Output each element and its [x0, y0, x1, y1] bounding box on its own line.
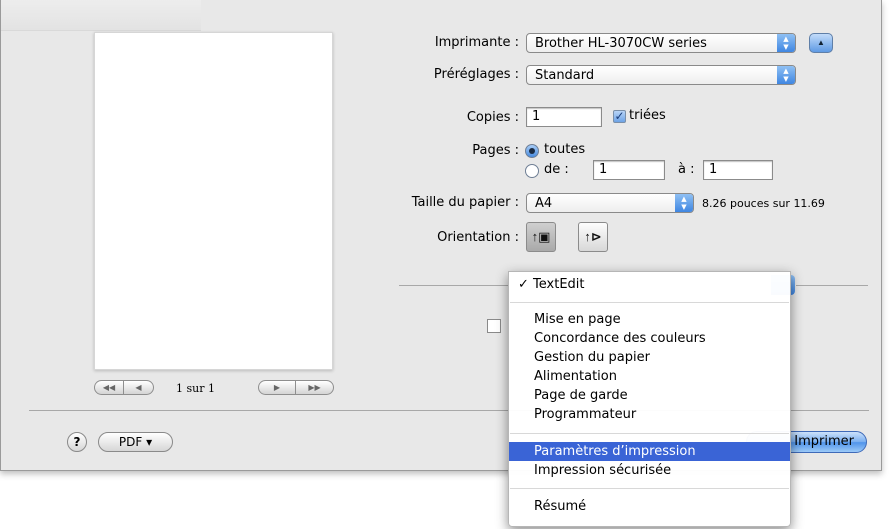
- menu-item-mise-en-page[interactable]: Mise en page: [509, 310, 790, 329]
- pages-from-label: de :: [544, 162, 569, 177]
- preview-pager-forward: ▶ ▶▶: [258, 380, 334, 397]
- orientation-label: Orientation :: [437, 230, 519, 245]
- pages-from-value: 1: [599, 162, 608, 177]
- collated-checkbox[interactable]: ✓: [613, 110, 626, 123]
- expand-dialog-button[interactable]: ▲: [809, 33, 833, 53]
- section-divider-left: [399, 285, 509, 286]
- popup-arrows-icon: ▲ ▼: [777, 34, 795, 52]
- presets-popup[interactable]: Standard ▲ ▼: [526, 65, 796, 85]
- print-label: Imprimer: [794, 434, 854, 449]
- copies-field[interactable]: 1: [526, 107, 602, 127]
- printer-popup[interactable]: Brother HL-3070CW series ▲ ▼: [526, 33, 796, 53]
- menu-item-concordance-couleurs[interactable]: Concordance des couleurs: [509, 329, 790, 348]
- help-icon: ?: [73, 435, 81, 449]
- printer-value: Brother HL-3070CW series: [535, 36, 707, 51]
- pages-all-label: toutes: [544, 142, 586, 157]
- menu-item-parametres-impression[interactable]: Paramètres d’impression: [509, 442, 790, 461]
- collated-label: triées: [629, 108, 666, 123]
- disclosure-triangle-icon: ▲: [817, 38, 825, 47]
- copies-value: 1: [532, 109, 541, 124]
- menu-separator: [510, 488, 789, 489]
- checkmark-icon: ✓: [614, 109, 625, 123]
- pages-label: Pages :: [472, 143, 519, 158]
- printer-label: Imprimante :: [434, 35, 519, 50]
- menu-item-gestion-papier[interactable]: Gestion du papier: [509, 348, 790, 367]
- first-page-button[interactable]: ◀◀: [94, 380, 124, 395]
- previous-page-icon: ◀: [135, 383, 142, 392]
- menu-item-impression-securisee[interactable]: Impression sécurisée: [509, 461, 790, 480]
- previous-page-button[interactable]: ◀: [124, 380, 154, 395]
- print-preview-page: [94, 32, 333, 370]
- orientation-landscape-button[interactable]: ↑⊳: [578, 222, 608, 252]
- menu-separator: [510, 433, 789, 434]
- paper-size-label: Taille du papier :: [411, 195, 519, 210]
- presets-label: Préréglages :: [433, 67, 519, 82]
- background-window-toolbar: [1, 0, 201, 31]
- paper-size-value: A4: [535, 196, 553, 211]
- paper-size-popup[interactable]: A4 ▲ ▼: [526, 193, 694, 213]
- pages-from-field[interactable]: 1: [593, 160, 665, 180]
- menu-item-textedit[interactable]: ✓ TextEdit: [509, 275, 790, 294]
- paper-dimensions: 8.26 pouces sur 11.69: [702, 197, 825, 210]
- last-page-icon: ▶▶: [308, 383, 321, 392]
- pages-range-radio[interactable]: [525, 164, 539, 178]
- last-page-button[interactable]: ▶▶: [296, 380, 334, 395]
- portrait-icon: ↑▣: [531, 229, 551, 244]
- landscape-icon: ↑⊳: [584, 229, 602, 244]
- help-button[interactable]: ?: [67, 432, 87, 452]
- pages-to-field[interactable]: 1: [703, 160, 773, 180]
- popup-arrows-icon: ▲ ▼: [777, 66, 795, 84]
- section-popup-menu: ✓ TextEdit Mise en page Concordance des …: [508, 271, 791, 527]
- section-divider-right: [796, 285, 868, 286]
- page-count-label: 1 sur 1: [176, 382, 215, 395]
- menu-separator: [510, 302, 789, 303]
- next-page-icon: ▶: [273, 383, 281, 392]
- menu-item-alimentation[interactable]: Alimentation: [509, 367, 790, 386]
- copies-label: Copies :: [466, 110, 519, 125]
- popup-arrows-icon: ▲ ▼: [675, 194, 693, 212]
- next-page-button[interactable]: ▶: [258, 380, 296, 395]
- first-page-icon: ◀◀: [102, 383, 116, 392]
- pdf-label: PDF ▾: [118, 435, 153, 449]
- menu-item-programmateur[interactable]: Programmateur: [509, 405, 790, 424]
- pdf-button[interactable]: PDF ▾: [98, 432, 173, 452]
- menu-item-page-de-garde[interactable]: Page de garde: [509, 386, 790, 405]
- preview-pager-back: ◀◀ ◀: [94, 380, 154, 397]
- presets-value: Standard: [535, 68, 595, 83]
- background-checkbox[interactable]: [487, 319, 501, 333]
- menu-item-resume[interactable]: Résumé: [509, 497, 790, 516]
- pages-all-radio[interactable]: [525, 144, 539, 158]
- orientation-portrait-button[interactable]: ↑▣: [526, 222, 556, 252]
- pages-to-value: 1: [709, 162, 718, 177]
- pages-to-label: à :: [678, 162, 695, 177]
